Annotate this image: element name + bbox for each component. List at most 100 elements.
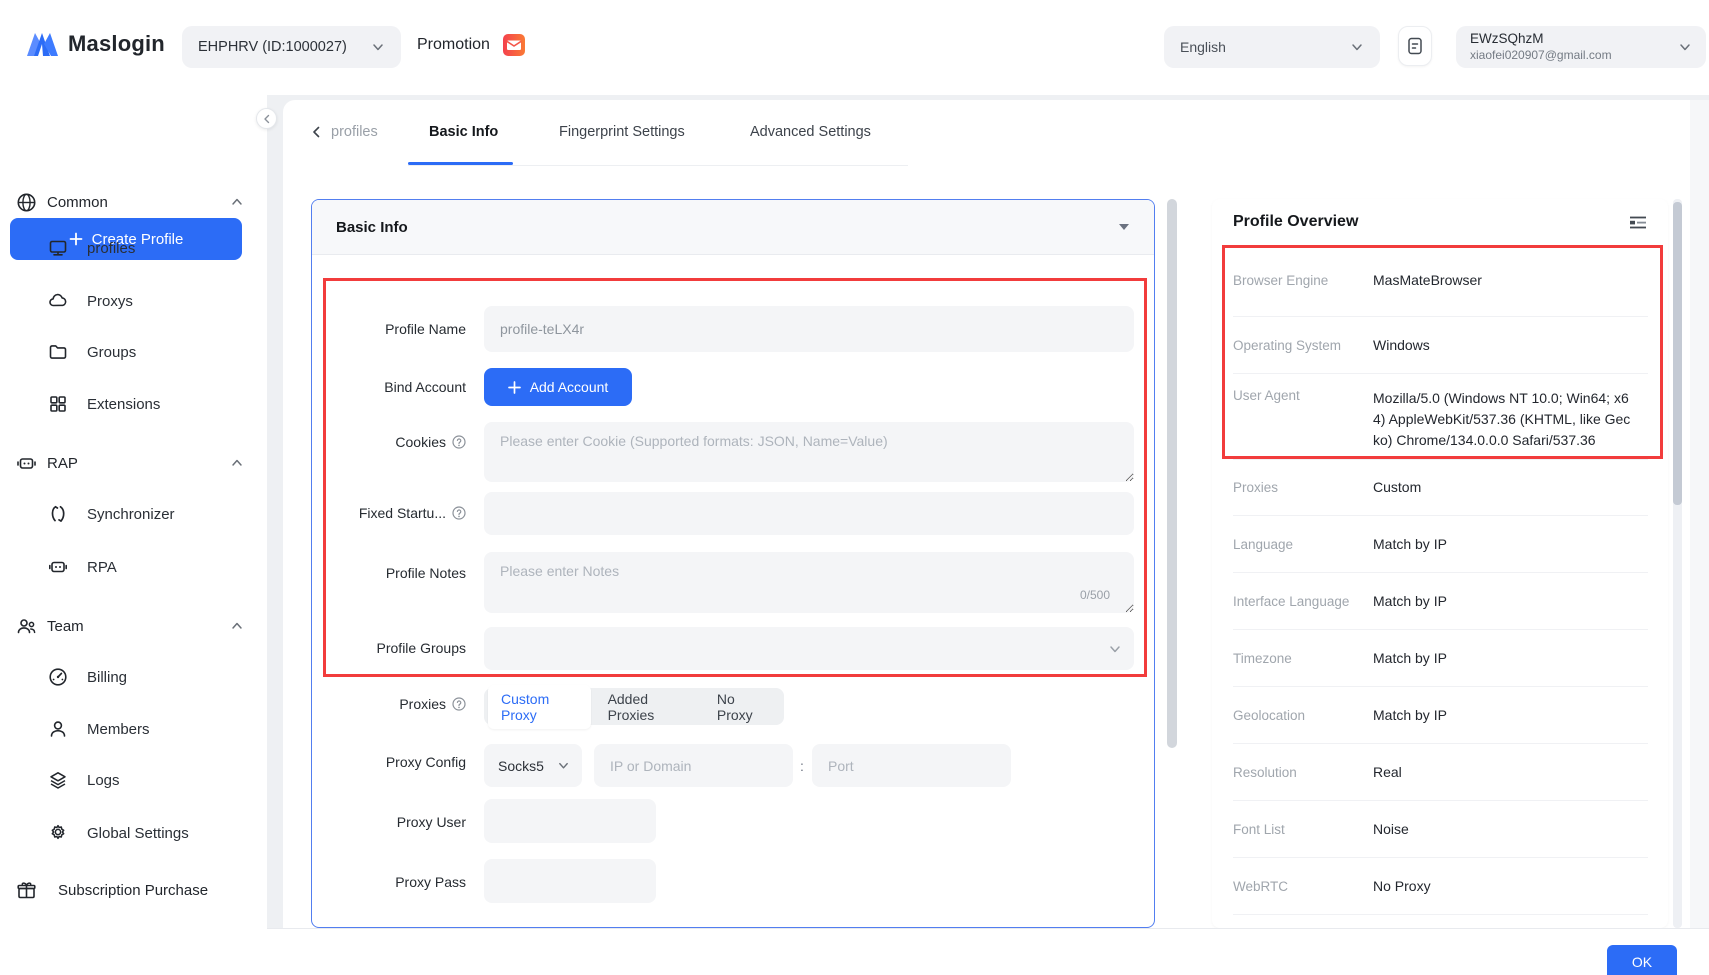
brand-logo: Maslogin: [26, 30, 165, 57]
sidebar-item-billing[interactable]: Billing: [0, 657, 267, 697]
account-email: xiaofei020907@gmail.com: [1470, 48, 1612, 63]
chevron-down-icon: [371, 40, 385, 54]
tab-basic-info[interactable]: Basic Info: [429, 124, 498, 140]
promotion-link[interactable]: Promotion: [417, 33, 526, 57]
active-tab-indicator: [408, 162, 513, 165]
main-scrollbar-thumb[interactable]: [1167, 199, 1177, 748]
sidebar-item-label: profiles: [87, 240, 135, 257]
sidebar-collapse-button[interactable]: [256, 108, 277, 129]
document-button[interactable]: [1398, 26, 1432, 66]
ip-port-separator: :: [800, 758, 804, 774]
chevron-up-icon: [230, 456, 244, 470]
notes-char-counter: 0/500: [1080, 588, 1110, 602]
help-icon[interactable]: [452, 506, 466, 520]
app-screen: Maslogin Maslogin EHPHRV (ID:1000027) Pr…: [0, 0, 1709, 975]
chevron-down-icon: [1678, 40, 1692, 54]
add-account-label: Add Account: [530, 379, 609, 395]
proxy-user-label: Proxy User: [326, 812, 466, 832]
robot-icon: [16, 453, 37, 474]
sidebar-item-label: Groups: [87, 344, 136, 361]
profile-groups-select[interactable]: [484, 627, 1134, 670]
document-icon: [1406, 36, 1424, 56]
layers-icon: [48, 770, 68, 790]
sidebar-section-common[interactable]: Common: [0, 182, 267, 222]
list-icon[interactable]: [1629, 215, 1647, 230]
chevron-left-icon: [262, 114, 272, 124]
language-selector-value: English: [1180, 39, 1226, 55]
overview-scrollbar-thumb[interactable]: [1673, 202, 1682, 505]
chevron-down-icon: [1350, 40, 1364, 54]
proxy-user-input[interactable]: [484, 799, 656, 843]
bind-account-label: Bind Account: [326, 377, 466, 397]
back-breadcrumb[interactable]: profiles: [310, 124, 378, 140]
sidebar-item-logs[interactable]: Logs: [0, 760, 267, 800]
top-header: Maslogin EHPHRV (ID:1000027) Promotion: [0, 0, 1709, 95]
profile-groups-label: Profile Groups: [326, 638, 466, 658]
content-right-gutter: [1690, 100, 1709, 928]
proxy-ip-input[interactable]: [594, 744, 793, 787]
grid-icon: [48, 394, 68, 414]
basic-info-panel-title: Basic Info: [336, 219, 408, 236]
overview-row: Font List Noise: [1233, 801, 1648, 858]
profile-notes-label: Profile Notes: [326, 563, 466, 583]
proxy-type-none[interactable]: No Proxy: [704, 685, 780, 729]
overview-row: Interface Language Match by IP: [1233, 573, 1648, 630]
proxy-pass-input[interactable]: [484, 859, 656, 903]
gauge-icon: [48, 667, 68, 687]
chevron-down-icon: [557, 759, 570, 772]
sidebar-item-global-settings[interactable]: Global Settings: [0, 813, 267, 853]
plus-icon: [508, 381, 521, 394]
cookies-label: Cookies: [326, 432, 466, 452]
basic-info-panel-header[interactable]: Basic Info: [312, 200, 1154, 255]
folder-icon: [48, 342, 68, 362]
sidebar-item-groups[interactable]: Groups: [0, 332, 267, 372]
profile-name-input[interactable]: [484, 306, 1134, 352]
help-icon[interactable]: [452, 435, 466, 449]
profile-overview-panel: Profile Overview Browser Engine MasMateB…: [1212, 199, 1668, 928]
robot-icon: [48, 557, 68, 577]
account-menu[interactable]: EWzSQhzM xiaofei020907@gmail.com: [1456, 26, 1706, 68]
sidebar-item-rpa[interactable]: RPA: [0, 547, 267, 587]
sidebar-item-profiles[interactable]: profiles: [0, 228, 267, 268]
person-icon: [48, 719, 68, 739]
proxy-type-added[interactable]: Added Proxies: [595, 685, 700, 729]
proxies-label: Proxies: [326, 694, 466, 714]
chevron-up-icon: [230, 619, 244, 633]
sidebar-section-rap[interactable]: RAP: [0, 443, 267, 483]
team-icon: [16, 616, 37, 637]
tab-fingerprint-settings[interactable]: Fingerprint Settings: [559, 124, 685, 140]
sidebar-item-proxys[interactable]: Proxys: [0, 281, 267, 321]
sidebar-item-label: Billing: [87, 669, 127, 686]
sidebar-item-label: Synchronizer: [87, 506, 175, 523]
profile-overview-title: Profile Overview: [1233, 213, 1358, 231]
profile-notes-textarea[interactable]: [484, 552, 1134, 613]
language-selector[interactable]: English: [1164, 26, 1380, 68]
breadcrumb-label: profiles: [331, 124, 378, 140]
ok-button[interactable]: OK: [1607, 945, 1677, 975]
sidebar-item-extensions[interactable]: Extensions: [0, 384, 267, 424]
proxy-type-custom[interactable]: Custom Proxy: [488, 685, 591, 729]
sidebar-item-synchronizer[interactable]: Synchronizer: [0, 494, 267, 534]
cookies-textarea[interactable]: [484, 422, 1134, 482]
tabbar-divider: [408, 165, 908, 166]
tab-advanced-settings[interactable]: Advanced Settings: [750, 124, 871, 140]
sidebar-section-label: RAP: [47, 455, 230, 472]
proxy-protocol-value: Socks5: [498, 758, 544, 774]
profile-name-label: Profile Name: [326, 319, 466, 339]
sidebar-item-label: Proxys: [87, 293, 133, 310]
sidebar-section-team[interactable]: Team: [0, 606, 267, 646]
add-account-button[interactable]: Add Account: [484, 368, 632, 406]
fixed-startup-input[interactable]: [484, 492, 1134, 535]
sidebar-item-label: Members: [87, 721, 150, 738]
sidebar-item-subscription-purchase[interactable]: Subscription Purchase: [0, 870, 267, 910]
workspace-selector[interactable]: EHPHRV (ID:1000027): [182, 26, 401, 68]
help-icon[interactable]: [452, 697, 466, 711]
proxy-port-input[interactable]: [812, 744, 1011, 787]
overview-row: Geolocation Match by IP: [1233, 687, 1648, 744]
proxy-protocol-select[interactable]: Socks5: [484, 744, 582, 787]
fixed-startup-label: Fixed Startu...: [326, 503, 466, 523]
sidebar-item-members[interactable]: Members: [0, 709, 267, 749]
sidebar: Create Profile Common profiles Proxys: [0, 95, 267, 975]
globe-icon: [16, 192, 37, 213]
profile-overview-rows: Browser Engine MasMateBrowser Operating …: [1233, 245, 1648, 915]
